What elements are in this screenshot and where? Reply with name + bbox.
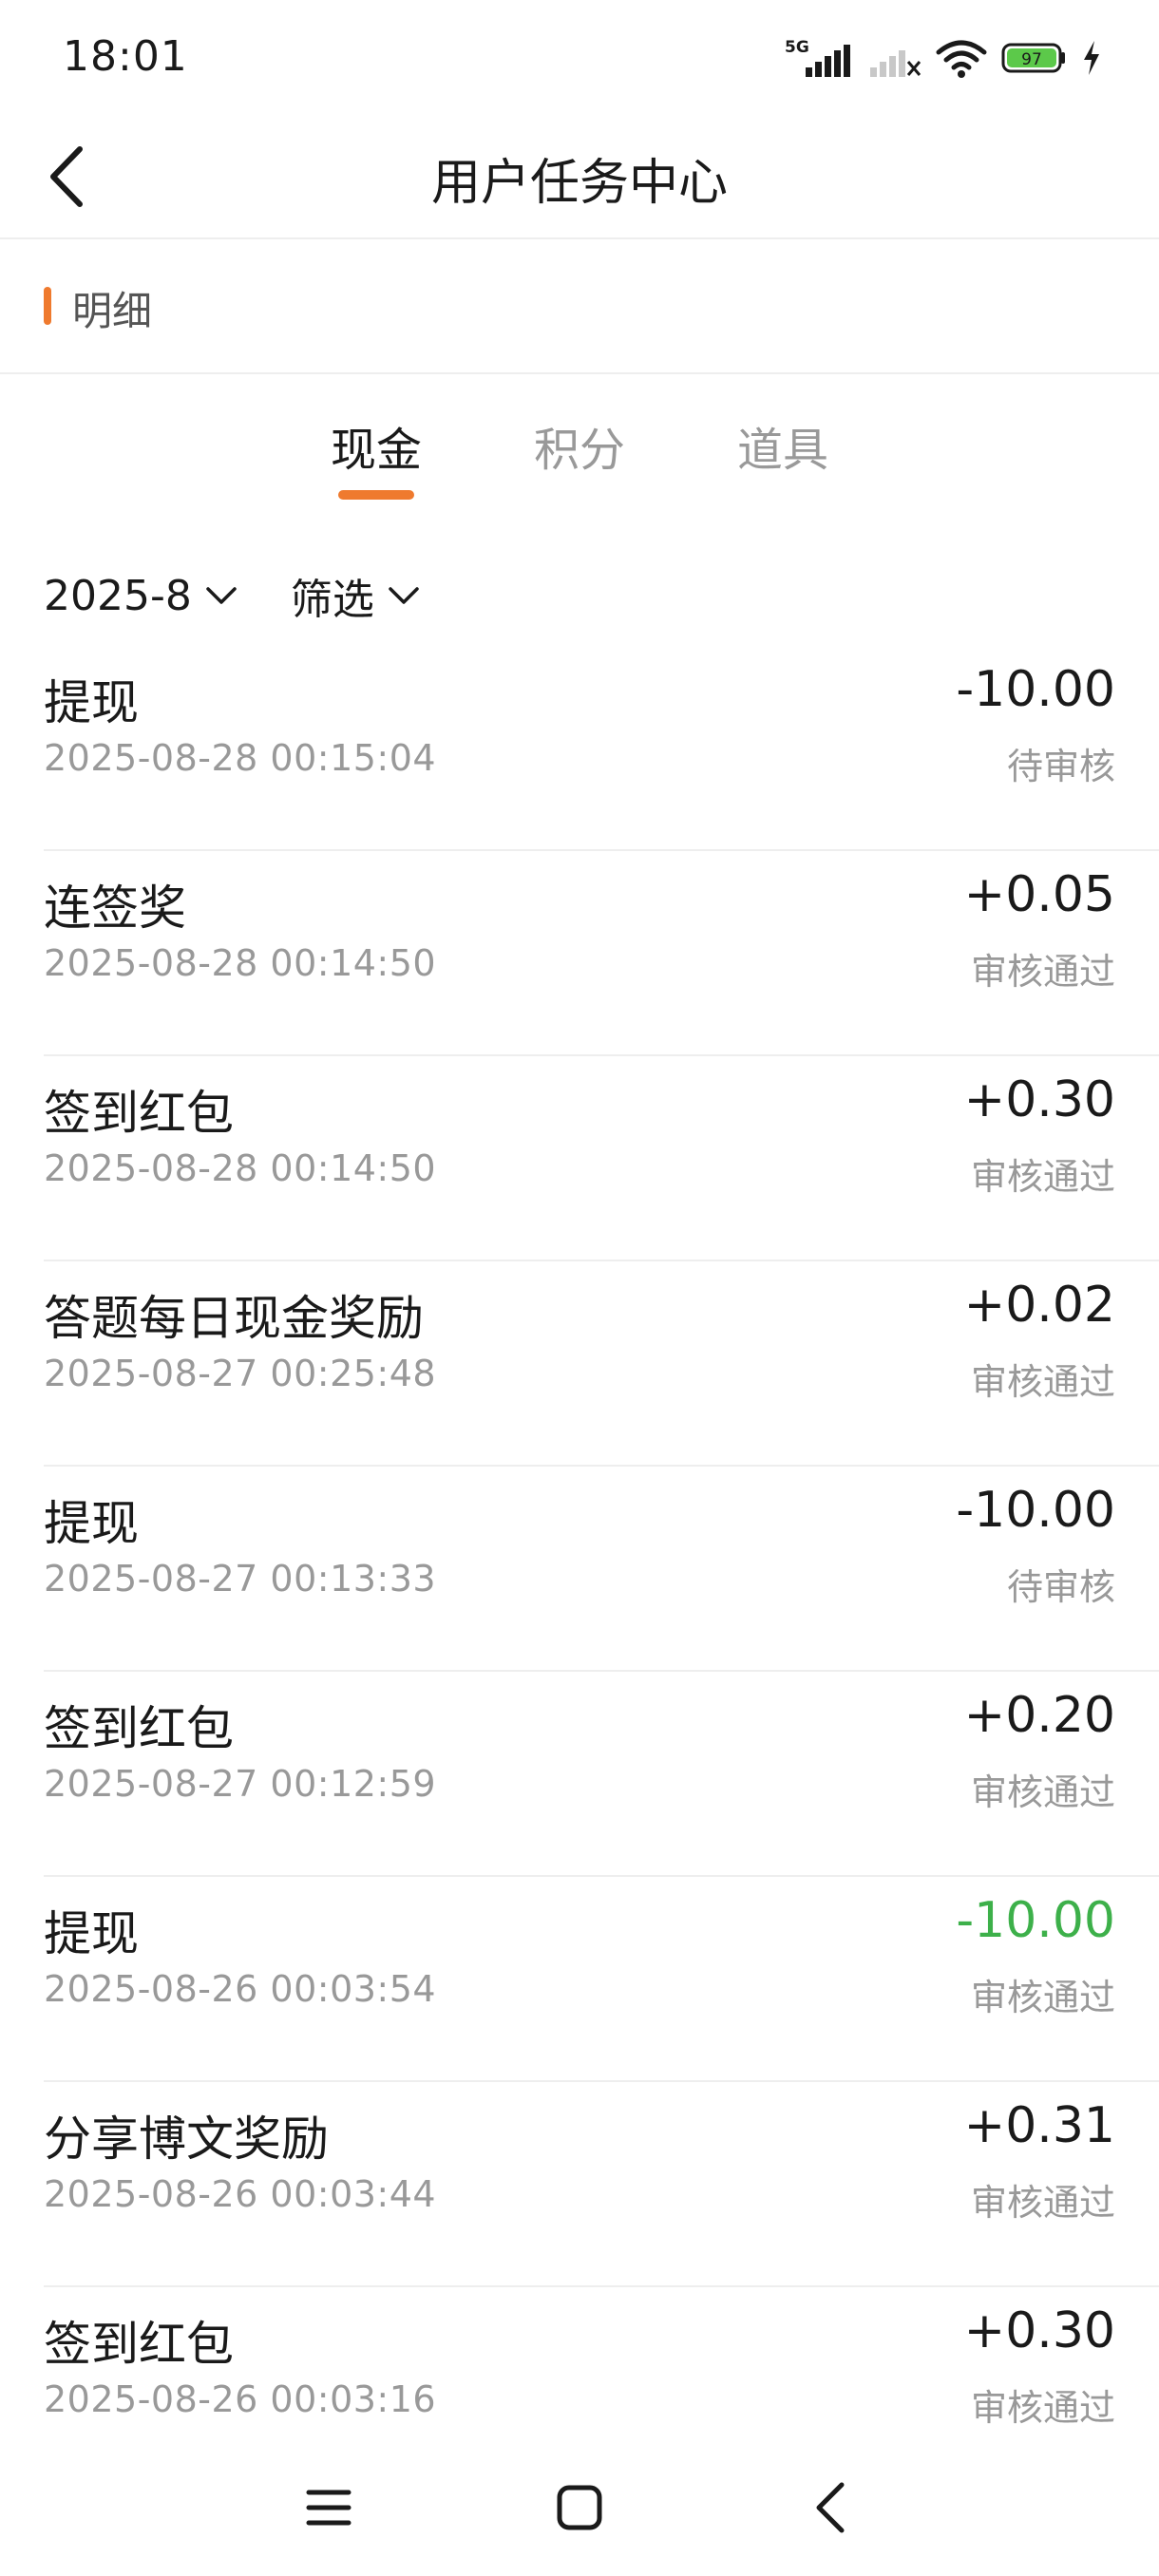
svg-text:97: 97	[1021, 50, 1042, 69]
signal-5g-icon: 5G	[785, 38, 850, 77]
svg-text:5G: 5G	[785, 38, 809, 57]
list-item[interactable]: 提现 2025-08-28 00:15:04 -10.00 待审核	[44, 646, 1159, 851]
record-time: 2025-08-28 00:14:50	[44, 1147, 437, 1189]
wifi-icon	[936, 40, 987, 78]
record-status: 审核通过	[970, 1361, 1115, 1403]
page-title: 用户任务中心	[430, 155, 728, 212]
month-selector[interactable]: 2025-8	[44, 572, 238, 620]
record-amount: -10.00	[956, 661, 1115, 718]
record-title: 提现	[44, 1496, 139, 1551]
app-header: 用户任务中心	[0, 114, 1159, 239]
filter-selector[interactable]: 筛选	[291, 565, 420, 626]
filter-label: 筛选	[290, 576, 374, 624]
status-time: 18:01	[63, 32, 188, 81]
record-status: 审核通过	[970, 951, 1115, 993]
record-title: 签到红包	[44, 2317, 234, 2372]
record-time: 2025-08-28 00:15:04	[44, 737, 437, 779]
record-status: 待审核	[1006, 1566, 1115, 1608]
month-value: 2025-8	[44, 571, 192, 620]
record-time: 2025-08-26 00:03:54	[44, 1968, 437, 2010]
tab-items[interactable]: 道具	[707, 412, 859, 479]
record-amount: -10.00	[956, 1892, 1115, 1949]
list-item[interactable]: 提现 2025-08-26 00:03:54 -10.00 审核通过	[44, 1877, 1159, 2082]
chevron-down-icon	[206, 587, 237, 604]
battery-icon: 97	[1001, 43, 1065, 73]
record-status: 待审核	[1006, 746, 1115, 787]
record-amount: +0.05	[963, 866, 1115, 923]
section-label: 明细	[72, 288, 153, 334]
record-status: 审核通过	[970, 1771, 1115, 1813]
record-time: 2025-08-26 00:03:16	[44, 2378, 437, 2420]
status-icons: 5G 97	[785, 34, 1102, 82]
record-time: 2025-08-26 00:03:44	[44, 2173, 437, 2215]
record-title: 连签奖	[44, 881, 186, 936]
record-amount: +0.31	[963, 2097, 1115, 2154]
record-amount: +0.20	[963, 1687, 1115, 1744]
charging-icon	[1084, 41, 1099, 75]
record-amount: +0.30	[963, 2302, 1115, 2359]
record-time: 2025-08-27 00:13:33	[44, 1558, 437, 1600]
records-list: 提现 2025-08-28 00:15:04 -10.00 待审核 连签奖 20…	[44, 646, 1159, 2492]
record-time: 2025-08-28 00:14:50	[44, 942, 437, 984]
record-amount: +0.02	[963, 1277, 1115, 1334]
record-title: 签到红包	[44, 1086, 234, 1141]
tab-points[interactable]: 积分	[504, 412, 656, 479]
record-status: 审核通过	[970, 2182, 1115, 2224]
list-item[interactable]: 提现 2025-08-27 00:13:33 -10.00 待审核	[44, 1467, 1159, 1672]
record-amount: +0.30	[963, 1071, 1115, 1128]
record-title: 提现	[44, 675, 139, 730]
nav-home-button[interactable]	[542, 2470, 618, 2546]
signal-none-icon	[870, 50, 922, 77]
section-accent-bar	[44, 287, 51, 325]
nav-menu-button[interactable]	[291, 2470, 367, 2546]
list-item[interactable]: 分享博文奖励 2025-08-26 00:03:44 +0.31 审核通过	[44, 2082, 1159, 2287]
tab-bar: 现金 积分 道具	[0, 376, 1159, 519]
record-time: 2025-08-27 00:12:59	[44, 1763, 437, 1805]
record-title: 签到红包	[44, 1701, 234, 1756]
record-title: 提现	[44, 1906, 139, 1961]
record-status: 审核通过	[970, 1977, 1115, 2018]
record-status: 审核通过	[970, 1156, 1115, 1198]
menu-icon	[306, 2490, 352, 2526]
status-bar: 18:01 5G 97	[0, 0, 1159, 114]
square-icon	[557, 2485, 602, 2530]
active-tab-indicator	[338, 490, 414, 500]
record-status: 审核通过	[970, 2387, 1115, 2429]
system-nav-bar	[0, 2432, 1159, 2576]
list-item[interactable]: 签到红包 2025-08-27 00:12:59 +0.20 审核通过	[44, 1672, 1159, 1877]
list-item[interactable]: 签到红包 2025-08-28 00:14:50 +0.30 审核通过	[44, 1056, 1159, 1261]
back-icon	[816, 2482, 845, 2533]
record-title: 分享博文奖励	[44, 2112, 329, 2167]
chevron-down-icon	[389, 587, 419, 604]
record-time: 2025-08-27 00:25:48	[44, 1353, 437, 1394]
tab-cash[interactable]: 现金	[300, 412, 452, 479]
record-title: 答题每日现金奖励	[44, 1291, 424, 1346]
filter-bar: 2025-8 筛选	[44, 562, 473, 629]
record-amount: -10.00	[956, 1482, 1115, 1539]
list-item[interactable]: 连签奖 2025-08-28 00:14:50 +0.05 审核通过	[44, 851, 1159, 1056]
detail-section-header: 明细	[0, 241, 1159, 374]
list-item[interactable]: 答题每日现金奖励 2025-08-27 00:25:48 +0.02 审核通过	[44, 1261, 1159, 1467]
nav-back-button[interactable]	[792, 2470, 868, 2546]
